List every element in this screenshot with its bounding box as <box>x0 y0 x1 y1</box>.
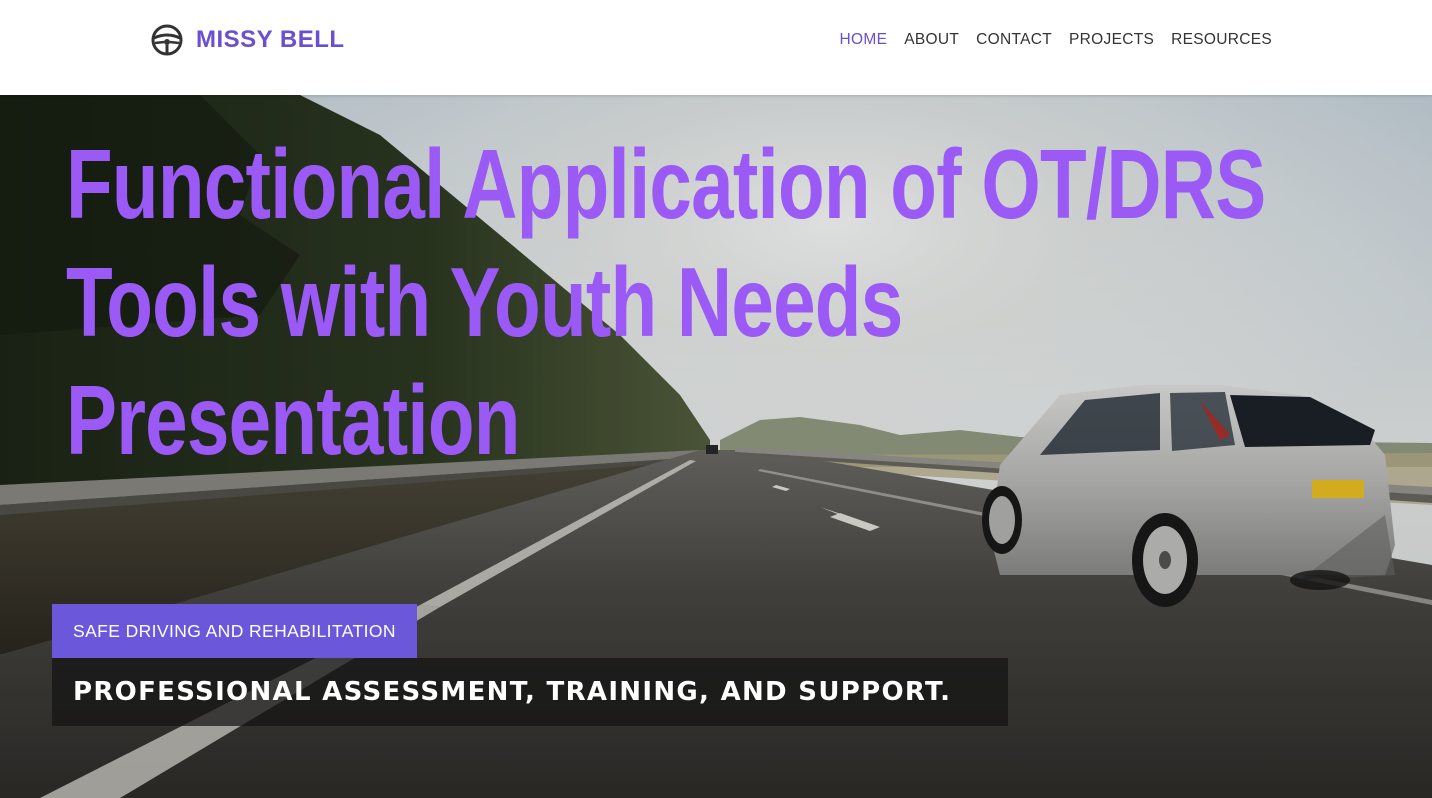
hero-tag: SAFE DRIVING AND REHABILITATION <box>52 604 417 658</box>
nav-home[interactable]: HOME <box>840 30 888 50</box>
nav-projects[interactable]: PROJECTS <box>1069 30 1154 50</box>
main-nav: HOME ABOUT CONTACT PROJECTS RESOURCES <box>840 30 1272 50</box>
overlay-title-line: Presentation <box>66 365 520 475</box>
overlay-title-line: Functional Application of OT/DRS <box>66 129 1266 239</box>
brand-logo-link[interactable]: MISSY BELL <box>150 22 345 58</box>
overlay-title: Functional Application of OT/DRS Tools w… <box>66 125 1396 479</box>
site-header: MISSY BELL HOME ABOUT CONTACT PROJECTS R… <box>0 0 1432 95</box>
nav-contact[interactable]: CONTACT <box>976 30 1052 50</box>
overlay-title-line: Tools with Youth Needs <box>66 247 903 357</box>
hero-tagline: PROFESSIONAL ASSESSMENT, TRAINING, AND S… <box>52 658 1008 726</box>
steering-wheel-icon <box>151 24 183 56</box>
nav-about[interactable]: ABOUT <box>904 30 959 50</box>
nav-resources[interactable]: RESOURCES <box>1171 30 1272 50</box>
brand-name: MISSY BELL <box>196 26 345 53</box>
hero-section: Functional Application of OT/DRS Tools w… <box>0 95 1432 798</box>
